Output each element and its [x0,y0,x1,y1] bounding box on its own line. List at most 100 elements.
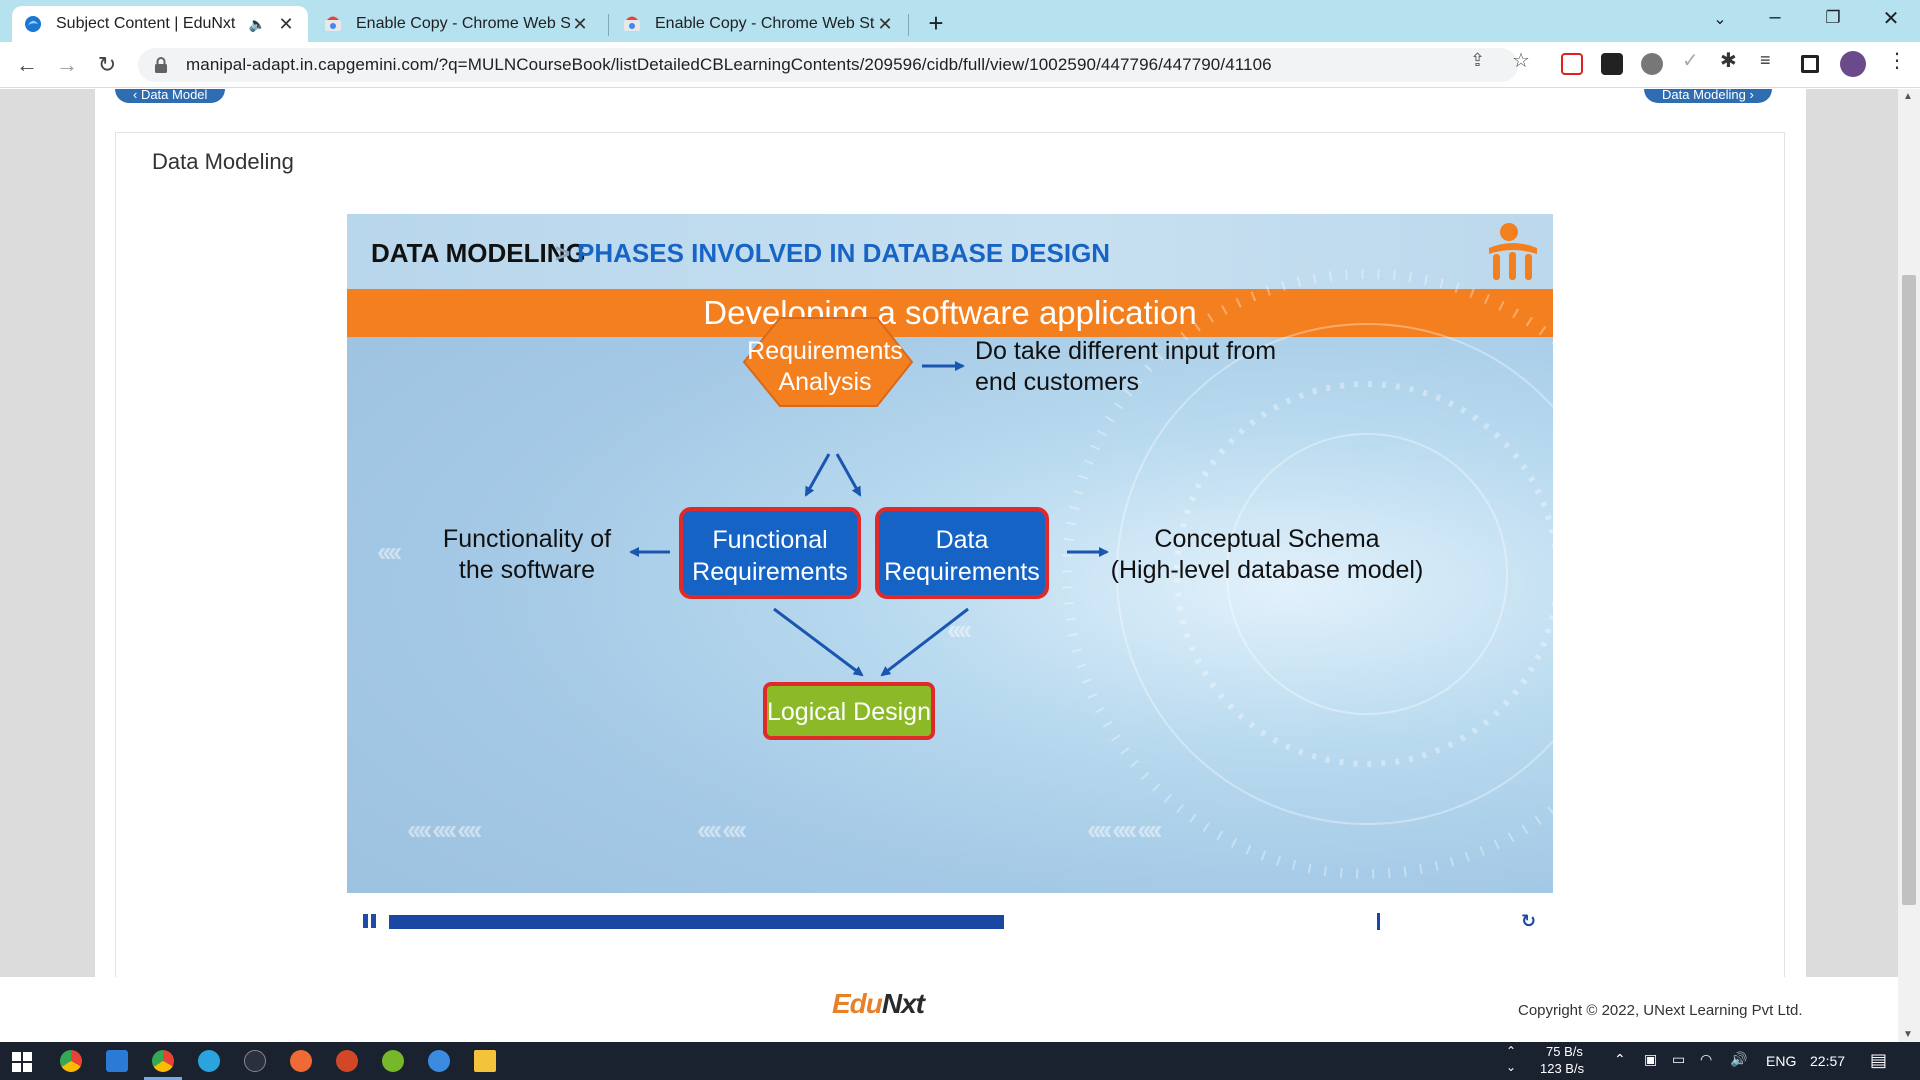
arrow-to-data [835,453,862,497]
video-progress-bar[interactable] [389,915,1473,929]
meet-now-icon[interactable]: ▣ [1644,1051,1657,1068]
wifi-icon[interactable]: ◠ [1700,1051,1712,1068]
network-upload-speed: 75 B/s [1546,1044,1583,1059]
close-window-button[interactable]: ✕ [1871,6,1911,31]
right-gutter [1806,89,1898,977]
lock-icon [155,57,167,73]
page-scrollbar[interactable]: ▲ ▼ [1898,89,1920,1042]
close-tab-icon[interactable]: ✕ [875,14,895,35]
functional-label-line2: Requirements [692,558,848,586]
battery-icon[interactable]: ▭ [1672,1051,1685,1068]
clock[interactable]: 22:57 [1810,1053,1845,1069]
scroll-down-arrow-icon[interactable]: ▼ [1903,1029,1913,1040]
reload-button[interactable]: ↻ [92,50,122,80]
minimize-button[interactable]: – [1755,6,1795,29]
restore-button[interactable]: ❐ [1813,8,1853,28]
new-tab-button[interactable]: + [922,8,950,39]
language-indicator[interactable]: ENG [1766,1053,1796,1069]
tab-search-chevron-icon[interactable]: ⌄ [1700,9,1740,29]
close-tab-icon[interactable]: ✕ [276,14,296,35]
extension-icon-2[interactable] [1601,53,1623,75]
edunxt-logo: EduNxt [832,988,925,1019]
tab-title: Enable Copy - Chrome Web Store [655,15,875,32]
schema-note-line1: Conceptual Schema [1154,525,1379,553]
data-label-line2: Requirements [884,558,1040,586]
browser-taskbar-icon[interactable] [428,1050,450,1072]
database-design-diagram: Requirements Analysis Do take different … [443,269,1553,879]
telegram-taskbar-icon[interactable] [198,1050,220,1072]
page-viewport: ‹ Data Model Data Modeling › Data Modeli… [0,89,1920,1042]
functionality-note-line2: the software [459,556,595,584]
next-topic-link[interactable]: Data Modeling › [1644,89,1772,103]
functional-label-line1: Functional [712,526,827,554]
inkscape-taskbar-icon[interactable] [244,1050,266,1072]
postman-taskbar-icon[interactable] [290,1050,312,1072]
powerpoint-taskbar-icon[interactable] [336,1050,358,1072]
windows-taskbar: ⌃ ⌄ 75 B/s 123 B/s ⌃ ▣ ▭ ◠ 🔊 ENG 22:57 ▤ [0,1042,1920,1080]
logical-design-label: Logical Design [767,698,931,726]
vscode-taskbar-icon[interactable] [106,1050,128,1072]
chrome-web-store-icon [624,16,640,31]
requirements-label-line2: Analysis [778,368,871,396]
edunxt-favicon-icon [25,16,41,32]
file-explorer-taskbar-icon[interactable] [474,1050,496,1072]
utorrent-taskbar-icon[interactable] [382,1050,404,1072]
address-bar[interactable]: manipal-adapt.in.capgemini.com/?q=MULNCo… [138,48,1518,82]
chrome-active-taskbar-icon[interactable] [152,1050,174,1072]
checkmark-extension-icon[interactable]: ✓ [1682,48,1699,73]
prev-topic-link[interactable]: ‹ Data Model [115,89,226,103]
back-button[interactable]: ← [12,50,42,80]
left-gutter [0,89,95,977]
chrome-menu-icon[interactable]: ⋮ [1887,48,1907,73]
volume-icon[interactable]: 🔊 [1730,1051,1747,1068]
scroll-up-arrow-icon[interactable]: ▲ [1903,91,1913,102]
side-panel-icon[interactable] [1801,55,1819,73]
network-download-speed: 123 B/s [1540,1061,1585,1076]
tab-separator [908,14,909,36]
page-title: Data Modeling [152,149,294,174]
content-area: ‹ Data Model Data Modeling › Data Modeli… [95,89,1806,977]
bookmark-star-icon[interactable]: ☆ [1512,48,1530,73]
arrow-to-functional [804,453,831,497]
extension-icon-1[interactable] [1561,53,1583,75]
browser-tab-strip: Subject Content | EduNxt 🔈 ✕ Enable Copy… [0,0,1920,42]
requirements-label-line1: Requirements [747,337,903,365]
input-note-line2: end customers [975,368,1139,396]
browser-toolbar: ← → ↻ manipal-adapt.in.capgemini.com/?q=… [0,42,1920,88]
arrow-data-to-logical [880,607,969,677]
notification-center-icon[interactable]: ▤ [1870,1050,1887,1071]
data-label-line1: Data [936,526,989,554]
network-up-arrow-icon: ⌃ [1506,1044,1517,1058]
extension-icon-3[interactable] [1641,53,1663,75]
chrome-web-store-icon [325,16,341,31]
tab-enable-copy-2[interactable]: Enable Copy - Chrome Web Store ✕ [611,6,907,42]
video-slide[interactable]: DATA MODELING > PHASES INVOLVED IN DATAB… [347,214,1553,893]
video-progress-fill [389,915,1004,929]
close-tab-icon[interactable]: ✕ [570,14,590,35]
url-text: manipal-adapt.in.capgemini.com/?q=MULNCo… [186,55,1272,74]
pause-button[interactable] [363,914,377,928]
tab-separator [608,14,609,36]
reading-list-icon[interactable]: ≡ [1760,50,1771,71]
arrow-functional-to-logical [773,607,864,677]
functionality-note-line1: Functionality of [443,525,611,553]
tab-enable-copy-1[interactable]: Enable Copy - Chrome Web Store ✕ [312,6,602,42]
share-icon[interactable]: ⇪ [1470,50,1485,71]
forward-button[interactable]: → [52,50,82,80]
tab-title: Enable Copy - Chrome Web Store [356,15,570,32]
scrollbar-thumb[interactable] [1902,275,1916,905]
input-note-line1: Do take different input from [975,337,1276,365]
page-footer: EduNxt Copyright © 2022, UNext Learning … [0,977,1898,1042]
tab-title: Subject Content | EduNxt [56,15,236,32]
network-down-arrow-icon: ⌄ [1506,1060,1517,1074]
profile-avatar[interactable] [1840,51,1866,77]
extensions-puzzle-icon[interactable]: ✱ [1720,48,1737,73]
tab-subject-content[interactable]: Subject Content | EduNxt 🔈 ✕ [12,6,308,42]
windows-start-icon[interactable] [12,1052,32,1072]
speaker-icon[interactable]: 🔈 [249,16,266,33]
chrome-taskbar-icon[interactable] [60,1050,82,1072]
progress-marker[interactable] [1377,913,1380,930]
replay-icon[interactable]: ↻ [1521,911,1536,932]
show-hidden-icons-icon[interactable]: ⌃ [1614,1051,1626,1068]
copyright-text: Copyright © 2022, UNext Learning Pvt Ltd… [1518,1002,1803,1019]
